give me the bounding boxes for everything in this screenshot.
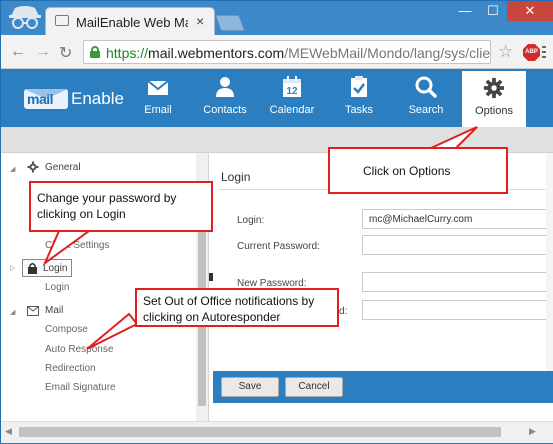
password-callout-pointer — [42, 230, 93, 266]
password-callout: Change your password by clicking on Logi… — [29, 181, 213, 232]
browser-window: MailEnable Web Mail × — ☐ ✕ ← → ↻ https:… — [0, 0, 553, 443]
autoresponder-callout: Set Out of Office notifications by click… — [135, 288, 339, 327]
options-callout: Click on Options — [328, 147, 508, 194]
autoresponder-callout-pointer — [86, 312, 139, 350]
options-callout-pointer — [430, 126, 478, 149]
